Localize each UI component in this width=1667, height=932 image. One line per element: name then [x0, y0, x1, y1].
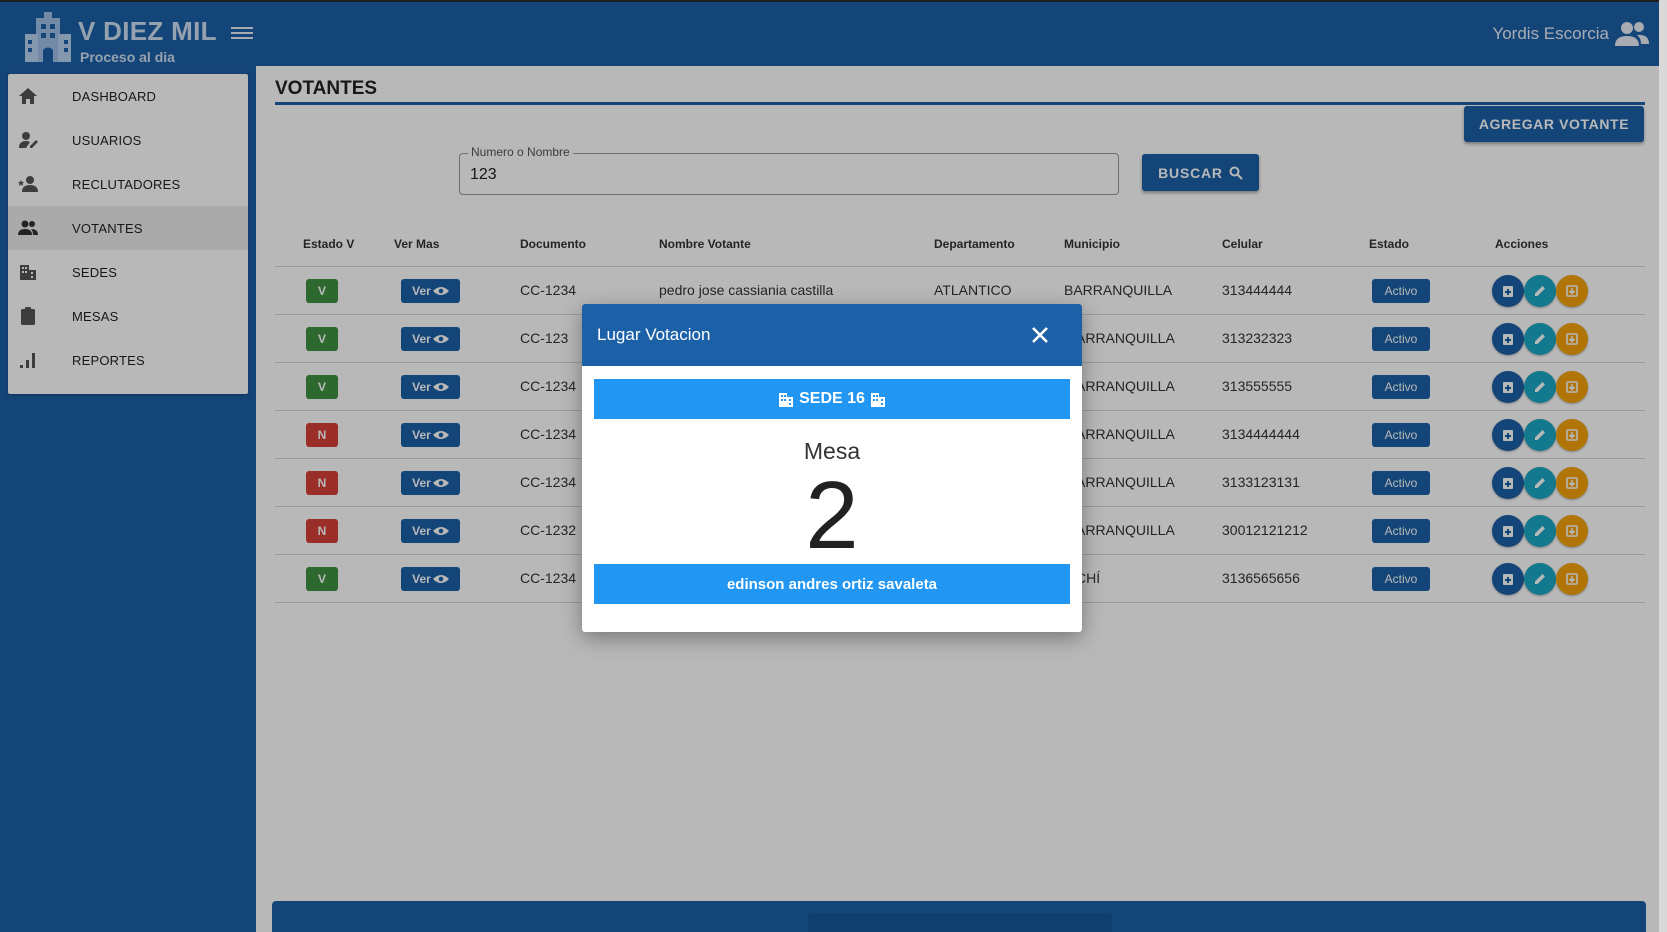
person-name-bar: edinson andres ortiz savaleta	[594, 564, 1070, 604]
sede-bar: SEDE 16	[594, 379, 1070, 419]
modal-title: Lugar Votacion	[597, 325, 711, 344]
sede-name: SEDE 16	[799, 390, 865, 407]
lugar-votacion-modal: Lugar Votacion SEDE 16 Mesa 2 edinson an…	[582, 304, 1082, 632]
modal-header: Lugar Votacion	[582, 304, 1082, 366]
scrollbar[interactable]	[1659, 0, 1667, 932]
close-icon[interactable]	[1029, 324, 1051, 346]
mesa-number: 2	[805, 462, 859, 569]
building-icon	[870, 393, 885, 407]
mesa-label: Mesa	[803, 438, 861, 464]
building-icon	[779, 393, 794, 407]
